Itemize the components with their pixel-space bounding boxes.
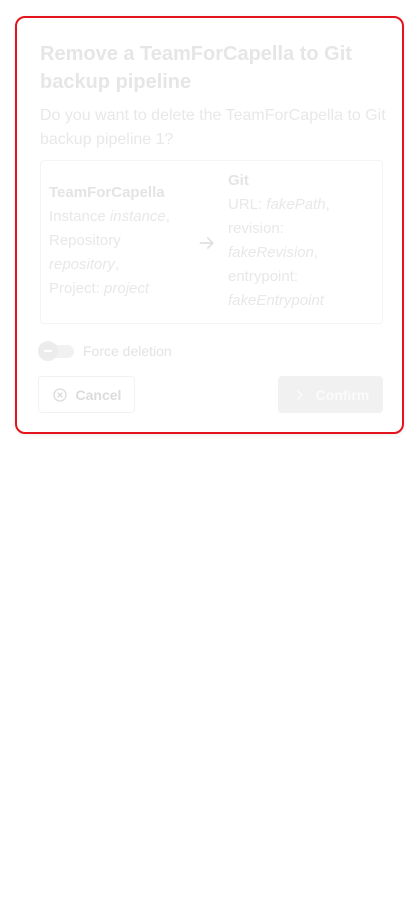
repository-value: repository: [49, 256, 115, 273]
source-details: TeamForCapella Instance instance, Reposi…: [49, 181, 189, 301]
force-deletion-label: Force deletion: [83, 343, 172, 359]
toggle-thumb[interactable]: [38, 341, 58, 361]
url-label: URL:: [228, 196, 263, 213]
source-heading: TeamForCapella: [49, 184, 165, 201]
confirm-button-label: Confirm: [315, 386, 370, 403]
target-heading: Git: [228, 172, 249, 189]
force-deletion-toggle[interactable]: Force deletion: [38, 340, 238, 362]
instance-label: Instance: [49, 208, 106, 225]
entrypoint-value: fakeEntrypoint: [228, 292, 324, 309]
instance-value: instance: [109, 208, 166, 225]
entrypoint-label: entrypoint:: [228, 268, 299, 285]
project-value: project: [104, 280, 150, 297]
arrow-right-icon: [199, 237, 214, 249]
project-label: Project:: [49, 280, 100, 297]
chevron-right-icon: [296, 389, 303, 400]
cancel-circle-icon: [52, 387, 67, 402]
dialog-title: Remove a TeamForCapella to Git backup pi…: [40, 43, 352, 93]
revision-label: revision:: [228, 220, 284, 237]
dialog-question: Do you want to delete the TeamForCapella…: [40, 107, 386, 148]
pipeline-summary: TeamForCapella Instance instance, Reposi…: [40, 160, 383, 324]
revision-value: fakeRevision: [228, 244, 314, 261]
remove-pipeline-dialog: Remove a TeamForCapella to Git backup pi…: [15, 16, 404, 434]
repository-label: Repository: [49, 232, 121, 249]
confirm-button[interactable]: Confirm: [278, 376, 383, 413]
target-details: Git URL: fakePath, revision: fakeRevisio…: [228, 169, 378, 313]
cancel-button[interactable]: Cancel: [38, 376, 135, 413]
url-value: fakePath: [266, 196, 326, 213]
cancel-button-label: Cancel: [75, 386, 122, 403]
